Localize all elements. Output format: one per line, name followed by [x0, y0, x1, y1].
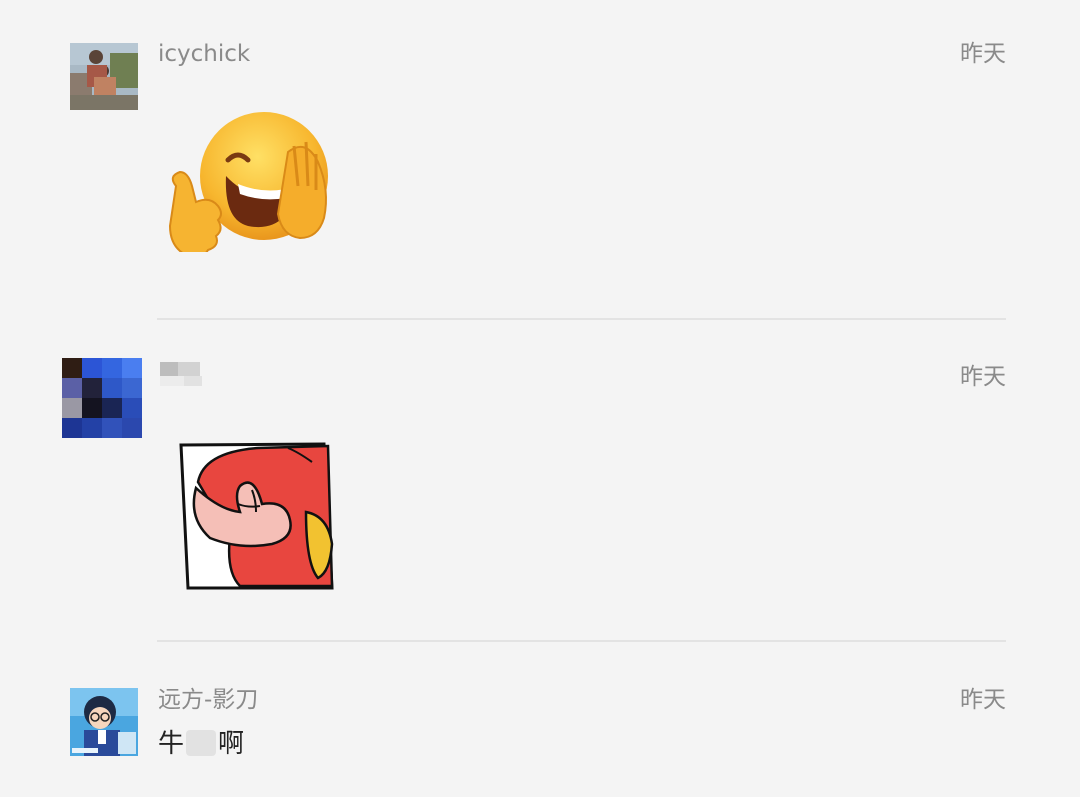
- comment-item: 远方-影刀 昨天 牛啊: [0, 0, 1080, 797]
- username[interactable]: 远方-影刀: [158, 686, 258, 714]
- redacted-block: [186, 730, 217, 756]
- comment-text-start: 牛: [158, 729, 185, 759]
- timestamp: 昨天: [960, 687, 1006, 713]
- comment-text-end: 啊: [218, 729, 245, 759]
- avatar[interactable]: [70, 688, 138, 756]
- comment-text: 牛啊: [158, 728, 244, 760]
